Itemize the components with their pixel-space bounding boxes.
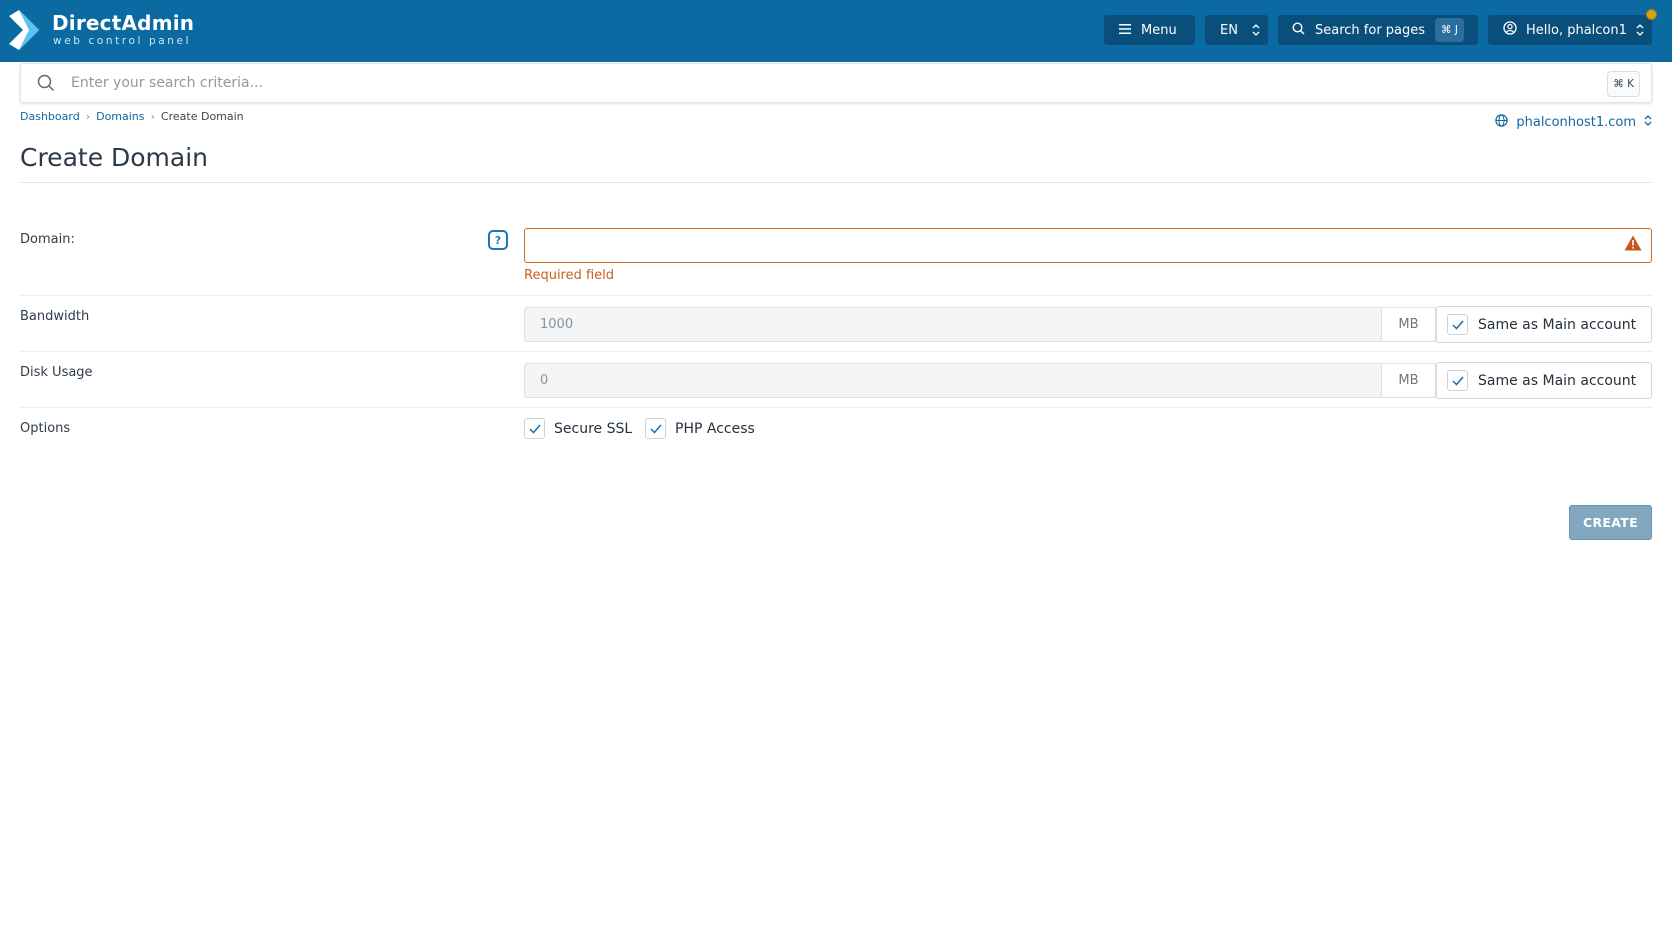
bandwidth-same-as-main-checkbox[interactable]: Same as Main account — [1436, 306, 1652, 343]
user-circle-icon — [1503, 21, 1517, 39]
search-criteria-bar[interactable]: Enter your search criteria... ⌘ K — [20, 63, 1652, 103]
chevron-up-down-icon — [1644, 114, 1652, 131]
disk-usage-same-as-main-label: Same as Main account — [1478, 372, 1637, 389]
search-icon — [37, 74, 55, 96]
help-icon[interactable]: ? — [488, 230, 508, 250]
bandwidth-label: Bandwidth — [20, 309, 90, 324]
notification-dot[interactable] — [1646, 9, 1657, 20]
breadcrumb-current: Create Domain — [160, 110, 244, 123]
hamburger-icon — [1119, 23, 1131, 38]
language-selector[interactable]: EN — [1205, 15, 1268, 45]
disk-usage-label: Disk Usage — [20, 365, 93, 380]
top-navigation-bar: DirectAdmin web control panel Menu EN Se… — [0, 0, 1672, 62]
checkmark-icon[interactable] — [1447, 370, 1468, 391]
domain-input[interactable] — [524, 228, 1652, 263]
php-access-label: PHP Access — [675, 420, 755, 437]
domain-error-text: Required field — [524, 268, 615, 283]
divider — [20, 407, 1652, 408]
divider — [20, 295, 1652, 296]
chevron-up-down-icon — [1252, 23, 1260, 41]
checkmark-icon[interactable] — [1447, 314, 1468, 335]
user-greeting: Hello, phalcon1 — [1526, 22, 1627, 38]
breadcrumb-dashboard[interactable]: Dashboard — [20, 110, 80, 123]
breadcrumb-domains[interactable]: Domains — [96, 110, 144, 123]
warning-icon — [1624, 235, 1642, 255]
breadcrumb: Dashboard › Domains › Create Domain — [20, 110, 244, 123]
create-button[interactable]: CREATE — [1569, 505, 1652, 540]
disk-usage-same-as-main-checkbox[interactable]: Same as Main account — [1436, 362, 1652, 399]
chevron-up-down-icon — [1636, 23, 1644, 41]
search-criteria-shortcut: ⌘ K — [1607, 71, 1640, 97]
domain-label: Domain: — [20, 232, 75, 247]
secure-ssl-label: Secure SSL — [554, 420, 633, 437]
bandwidth-input[interactable] — [524, 307, 1382, 342]
brand-logo[interactable]: DirectAdmin web control panel — [9, 9, 209, 51]
globe-icon — [1495, 114, 1509, 131]
bandwidth-unit: MB — [1382, 307, 1436, 342]
search-icon — [1292, 21, 1305, 39]
domain-switcher[interactable]: phalconhost1.com — [1495, 114, 1652, 131]
chevron-right-icon: › — [150, 110, 155, 123]
options-label: Options — [20, 421, 71, 436]
bandwidth-same-as-main-label: Same as Main account — [1478, 316, 1637, 333]
search-pages-label: Search for pages — [1315, 22, 1426, 38]
brand-title: DirectAdmin — [52, 11, 195, 35]
domain-switcher-value: phalconhost1.com — [1516, 115, 1636, 130]
page-title: Create Domain — [20, 143, 209, 172]
php-access-checkbox[interactable]: PHP Access — [645, 418, 755, 439]
menu-button[interactable]: Menu — [1104, 15, 1195, 45]
directadmin-chevron-logo-icon — [9, 10, 39, 50]
disk-usage-unit: MB — [1382, 363, 1436, 398]
language-value: EN — [1220, 22, 1238, 38]
search-pages-button[interactable]: Search for pages ⌘ J — [1278, 15, 1478, 45]
divider — [20, 182, 1652, 183]
divider — [20, 351, 1652, 352]
menu-button-label: Menu — [1141, 22, 1177, 38]
disk-usage-input[interactable] — [524, 363, 1382, 398]
chevron-right-icon: › — [85, 110, 91, 123]
checkmark-icon[interactable] — [645, 418, 666, 439]
checkmark-icon[interactable] — [524, 418, 545, 439]
brand-subtitle: web control panel — [53, 35, 192, 47]
user-menu-button[interactable]: Hello, phalcon1 — [1488, 15, 1652, 45]
secure-ssl-checkbox[interactable]: Secure SSL — [524, 418, 632, 439]
search-criteria-placeholder: Enter your search criteria... — [71, 75, 263, 91]
search-pages-shortcut: ⌘ J — [1435, 18, 1464, 42]
